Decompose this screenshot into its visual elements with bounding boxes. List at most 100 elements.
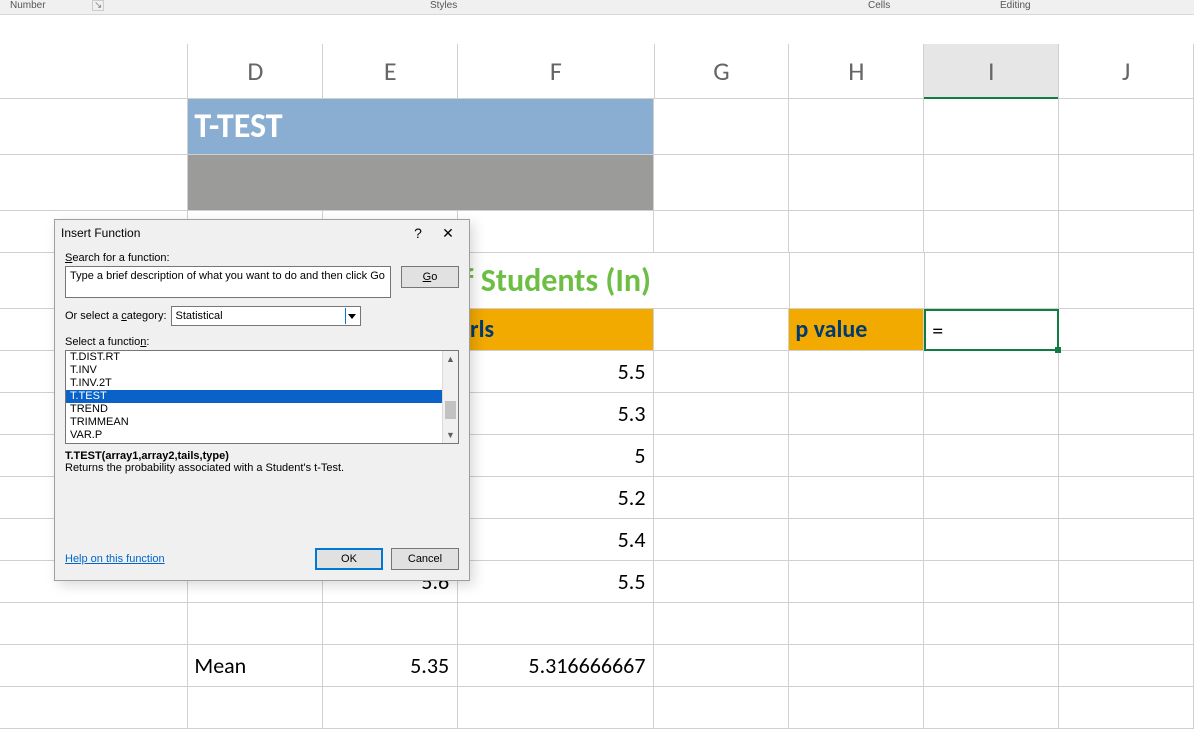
cell[interactable] — [458, 603, 654, 645]
cell[interactable] — [1059, 351, 1194, 393]
cell[interactable] — [789, 477, 924, 519]
cell[interactable] — [789, 351, 924, 393]
cell[interactable] — [654, 519, 789, 561]
cell[interactable] — [1059, 603, 1194, 645]
list-item[interactable]: T.INV.2T — [66, 377, 458, 390]
function-list[interactable]: T.DIST.RT T.INV T.INV.2T T.TEST TREND TR… — [65, 350, 459, 444]
value-cell[interactable]: 5.4 — [458, 519, 654, 561]
col-header-G[interactable]: G — [655, 44, 790, 99]
cell[interactable] — [924, 99, 1059, 155]
cell[interactable] — [654, 561, 789, 603]
col-header-J[interactable]: J — [1059, 44, 1194, 99]
cell[interactable] — [1059, 687, 1194, 729]
girls-header[interactable]: irls — [458, 309, 654, 351]
cell[interactable] — [1059, 253, 1194, 309]
cell[interactable] — [0, 687, 188, 729]
cell[interactable] — [1059, 99, 1194, 155]
cell[interactable] — [789, 435, 924, 477]
mean-e[interactable]: 5.35 — [323, 645, 458, 687]
cell[interactable] — [1059, 155, 1194, 211]
cell[interactable] — [654, 603, 789, 645]
ok-button[interactable]: OK — [315, 548, 383, 570]
cell[interactable] — [924, 477, 1059, 519]
ttest-title[interactable]: T-TEST — [188, 99, 323, 155]
col-header-I[interactable]: I — [924, 44, 1059, 99]
value-cell[interactable]: 5.5 — [458, 351, 654, 393]
cell[interactable] — [1059, 519, 1194, 561]
cell[interactable] — [789, 645, 924, 687]
cell[interactable] — [1059, 645, 1194, 687]
cell[interactable] — [323, 687, 458, 729]
cell[interactable] — [789, 393, 924, 435]
cell[interactable] — [1059, 309, 1194, 351]
cell[interactable] — [924, 645, 1059, 687]
cell[interactable] — [790, 253, 925, 309]
cell[interactable] — [1059, 211, 1194, 253]
list-item[interactable]: TRIMMEAN — [66, 416, 458, 429]
cell[interactable] — [323, 155, 458, 211]
cell[interactable] — [654, 435, 789, 477]
cell[interactable] — [924, 603, 1059, 645]
category-select[interactable]: Statistical — [171, 306, 361, 326]
list-item[interactable]: TREND — [66, 403, 458, 416]
cell[interactable] — [789, 155, 924, 211]
mean-label[interactable]: Mean — [188, 645, 323, 687]
cell[interactable] — [789, 687, 924, 729]
cell[interactable] — [188, 687, 323, 729]
search-input[interactable]: Type a brief description of what you wan… — [65, 266, 391, 298]
cell[interactable] — [0, 99, 188, 155]
list-item[interactable]: VAR.P — [66, 429, 458, 442]
cell[interactable] — [654, 477, 789, 519]
go-button[interactable]: Go — [401, 266, 459, 288]
list-item-selected[interactable]: T.TEST — [66, 390, 458, 403]
cell[interactable] — [925, 253, 1060, 309]
list-item[interactable]: T.DIST.RT — [66, 351, 458, 364]
cell[interactable] — [654, 309, 789, 351]
cell[interactable] — [1059, 393, 1194, 435]
cell[interactable] — [654, 351, 789, 393]
scrollbar[interactable]: ▲ ▼ — [442, 351, 458, 443]
col-header-lead[interactable] — [0, 44, 188, 99]
cell[interactable] — [654, 645, 789, 687]
close-icon[interactable]: ✕ — [433, 225, 463, 242]
cell[interactable] — [789, 99, 924, 155]
cancel-button[interactable]: Cancel — [391, 548, 459, 570]
cell[interactable] — [0, 155, 188, 211]
cell[interactable] — [789, 211, 924, 253]
value-cell[interactable]: 5.5 — [458, 561, 654, 603]
cell[interactable] — [0, 645, 188, 687]
dialog-titlebar[interactable]: Insert Function ? ✕ — [55, 220, 469, 246]
cell[interactable] — [789, 561, 924, 603]
cell[interactable] — [924, 687, 1059, 729]
scroll-track[interactable] — [443, 367, 458, 427]
cell[interactable] — [1059, 561, 1194, 603]
cell[interactable] — [323, 603, 458, 645]
col-header-E[interactable]: E — [323, 44, 458, 99]
pvalue-header[interactable]: p value — [789, 309, 924, 351]
cell[interactable] — [924, 211, 1059, 253]
scroll-thumb[interactable] — [445, 401, 456, 419]
col-header-H[interactable]: H — [789, 44, 924, 99]
cell[interactable] — [0, 603, 188, 645]
cell[interactable] — [654, 393, 789, 435]
help-link[interactable]: Help on this function — [65, 553, 307, 565]
cell[interactable] — [654, 687, 789, 729]
scroll-up-icon[interactable]: ▲ — [443, 351, 458, 367]
mean-f[interactable]: 5.316666667 — [458, 645, 654, 687]
col-header-F[interactable]: F — [458, 44, 654, 99]
cell[interactable] — [654, 155, 789, 211]
cell[interactable] — [458, 211, 654, 253]
cell[interactable] — [924, 561, 1059, 603]
cell[interactable] — [1059, 435, 1194, 477]
cell[interactable] — [924, 351, 1059, 393]
list-item[interactable]: T.INV — [66, 364, 458, 377]
cell[interactable] — [654, 99, 789, 155]
cell[interactable] — [323, 99, 458, 155]
cell[interactable] — [924, 435, 1059, 477]
cell[interactable] — [458, 155, 654, 211]
cell[interactable] — [458, 99, 654, 155]
cell[interactable] — [188, 603, 323, 645]
col-header-D[interactable]: D — [188, 44, 323, 99]
cell[interactable] — [924, 519, 1059, 561]
cell[interactable] — [458, 687, 654, 729]
